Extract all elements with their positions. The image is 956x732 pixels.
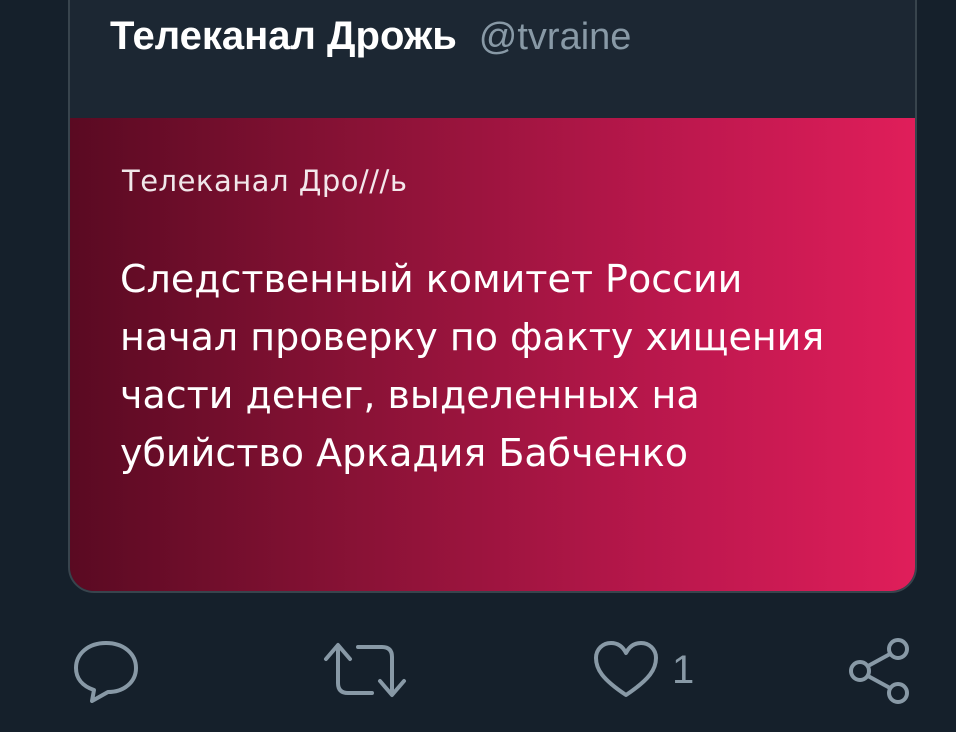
reply-icon xyxy=(70,637,142,703)
channel-wordmark: Телеканал Дро///ь xyxy=(122,164,408,198)
share-button[interactable] xyxy=(846,630,916,710)
quoted-tweet-image[interactable]: Телеканал Дро///ь Следственный комитет Р… xyxy=(70,118,915,591)
quoted-tweet-card[interactable]: Телеканал Дрожь @tvraine Телеканал Дро//… xyxy=(68,0,917,593)
share-icon xyxy=(846,635,916,705)
like-icon xyxy=(592,639,660,701)
like-button[interactable]: 1 xyxy=(592,630,694,710)
quoted-tweet-header: Телеканал Дрожь @tvraine xyxy=(110,14,631,78)
tweet-action-bar: 1 xyxy=(0,630,956,710)
retweet-icon xyxy=(320,637,410,703)
author-handle[interactable]: @tvraine xyxy=(479,16,632,59)
news-headline: Следственный комитет России начал провер… xyxy=(120,257,825,475)
author-name[interactable]: Телеканал Дрожь xyxy=(110,14,457,59)
like-count: 1 xyxy=(672,647,695,692)
reply-button[interactable] xyxy=(70,630,142,710)
tweet-view: Телеканал Дрожь @tvraine Телеканал Дро//… xyxy=(0,0,956,732)
retweet-button[interactable] xyxy=(320,630,410,710)
